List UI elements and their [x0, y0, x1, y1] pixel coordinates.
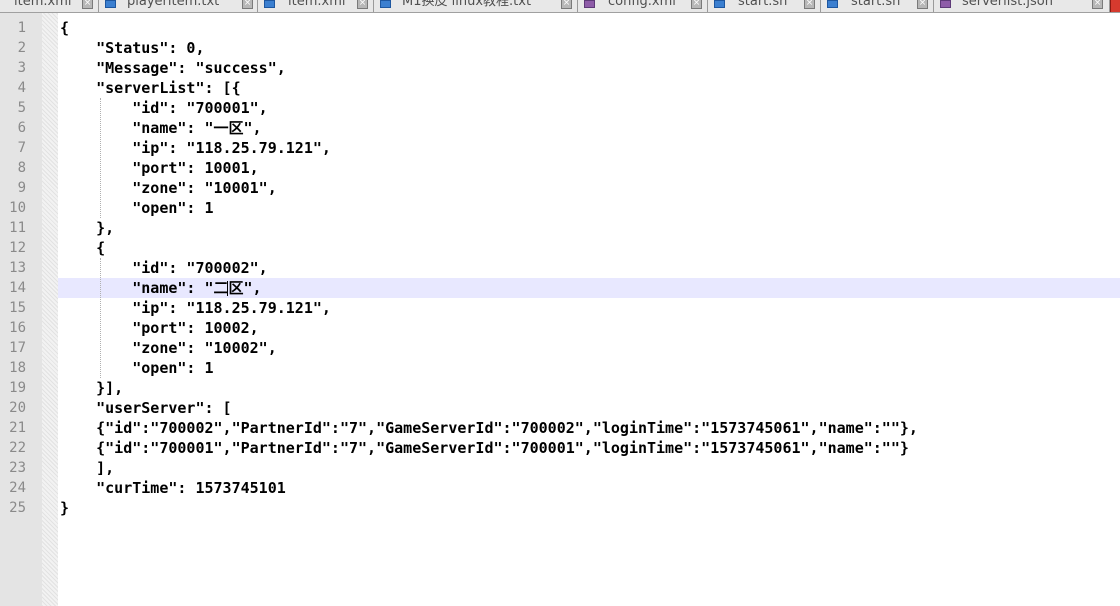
code-line[interactable]: "curTime": 1573745101: [60, 478, 286, 498]
line-number: 6: [17, 120, 26, 136]
code-line[interactable]: }],: [60, 378, 123, 398]
tab-config-xml[interactable]: config.xml ×: [578, 0, 708, 12]
tab-label: M1换皮 linux教程.txt: [402, 0, 532, 9]
line-number: 12: [9, 240, 26, 256]
code-line[interactable]: "port": 10001,: [60, 158, 258, 178]
code-line[interactable]: "id": "700002",: [60, 258, 267, 278]
code-line[interactable]: }: [60, 498, 69, 518]
close-icon[interactable]: ×: [1092, 0, 1103, 9]
line-number: 25: [9, 500, 26, 516]
tab-item-xml-1[interactable]: item.xml ×: [0, 0, 99, 12]
code-line[interactable]: "ip": "118.25.79.121",: [60, 138, 331, 158]
line-number: 18: [9, 360, 26, 376]
line-number: 20: [9, 400, 26, 416]
code-line[interactable]: "userServer": [: [60, 398, 231, 418]
document-icon: [940, 0, 951, 8]
line-number: 9: [17, 180, 26, 196]
code-line[interactable]: {"id":"700002","PartnerId":"7","GameServ…: [60, 418, 918, 438]
line-number-gutter: 1 2 3 4 5 6 7 8 9 10 11 12 13 14 15 16 1…: [0, 13, 42, 606]
line-number: 10: [9, 200, 26, 216]
line-number: 16: [9, 320, 26, 336]
line-number: 19: [9, 380, 26, 396]
tab-start-sh-2[interactable]: start.sh ×: [821, 0, 934, 12]
line-number: 4: [17, 80, 26, 96]
tab-serverlist-json[interactable]: serverlist.json ×: [934, 0, 1110, 12]
document-icon: [714, 0, 725, 8]
line-number: 7: [17, 140, 26, 156]
tab-label: serverlist.json: [962, 0, 1053, 9]
tab-label: start.sh: [738, 0, 788, 9]
document-icon: [584, 0, 595, 8]
line-number: 1: [17, 20, 26, 36]
code-line[interactable]: "port": 10002,: [60, 318, 258, 338]
line-number: 3: [17, 60, 26, 76]
close-icon[interactable]: ×: [917, 0, 928, 9]
code-line[interactable]: "open": 1: [60, 198, 213, 218]
line-number: 21: [9, 420, 26, 436]
tab-start-sh-1[interactable]: start.sh ×: [708, 0, 821, 12]
code-line[interactable]: "zone": "10001",: [60, 178, 277, 198]
tab-label: start.sh: [851, 0, 901, 9]
tab-label: item.xml: [14, 0, 72, 9]
code-line[interactable]: {: [60, 238, 105, 258]
code-line[interactable]: "name": "二区",: [60, 278, 261, 298]
tab-label: item.xml: [288, 0, 346, 9]
line-number: 17: [9, 340, 26, 356]
line-number: 22: [9, 440, 26, 456]
code-line[interactable]: },: [60, 218, 114, 238]
line-number: 11: [9, 220, 26, 236]
tab-item-xml-2[interactable]: item.xml ×: [258, 0, 374, 12]
code-line[interactable]: "serverList": [{: [60, 78, 241, 98]
line-number: 15: [9, 300, 26, 316]
code-line[interactable]: {"id":"700001","PartnerId":"7","GameServ…: [60, 438, 909, 458]
close-icon[interactable]: ×: [82, 0, 93, 9]
line-number: 23: [9, 460, 26, 476]
tab-bar: item.xml × playeritem.txt × item.xml × M…: [0, 0, 1120, 13]
tab-m1-linux-txt[interactable]: M1换皮 linux教程.txt ×: [374, 0, 578, 12]
code-line[interactable]: "Status": 0,: [60, 38, 204, 58]
document-icon: [264, 0, 275, 8]
line-number: 8: [17, 160, 26, 176]
line-number: 24: [9, 480, 26, 496]
document-icon: [380, 0, 391, 8]
code-line[interactable]: "zone": "10002",: [60, 338, 277, 358]
close-icon[interactable]: ×: [804, 0, 815, 9]
text-caret: [227, 281, 228, 296]
code-line[interactable]: "ip": "118.25.79.121",: [60, 298, 331, 318]
tab-label: playeritem.txt: [127, 0, 220, 9]
code-line[interactable]: "id": "700001",: [60, 98, 267, 118]
close-icon[interactable]: ×: [357, 0, 368, 9]
close-icon[interactable]: ×: [242, 0, 253, 9]
code-line[interactable]: ],: [60, 458, 114, 478]
line-number: 13: [9, 260, 26, 276]
line-number: 2: [17, 40, 26, 56]
fold-margin[interactable]: [42, 13, 58, 606]
tab-playeritem-txt[interactable]: playeritem.txt ×: [99, 0, 258, 12]
document-icon: [105, 0, 116, 8]
close-icon[interactable]: ×: [691, 0, 702, 9]
line-number: 14: [9, 280, 26, 296]
tab-overflow-edge[interactable]: [1110, 0, 1120, 12]
code-line[interactable]: "open": 1: [60, 358, 213, 378]
tab-label: config.xml: [608, 0, 676, 9]
close-icon[interactable]: ×: [561, 0, 572, 9]
code-line[interactable]: "name": "一区",: [60, 118, 261, 138]
line-number: 5: [17, 100, 26, 116]
code-line[interactable]: "Message": "success",: [60, 58, 286, 78]
code-line[interactable]: {: [60, 18, 69, 38]
document-icon: [827, 0, 838, 8]
